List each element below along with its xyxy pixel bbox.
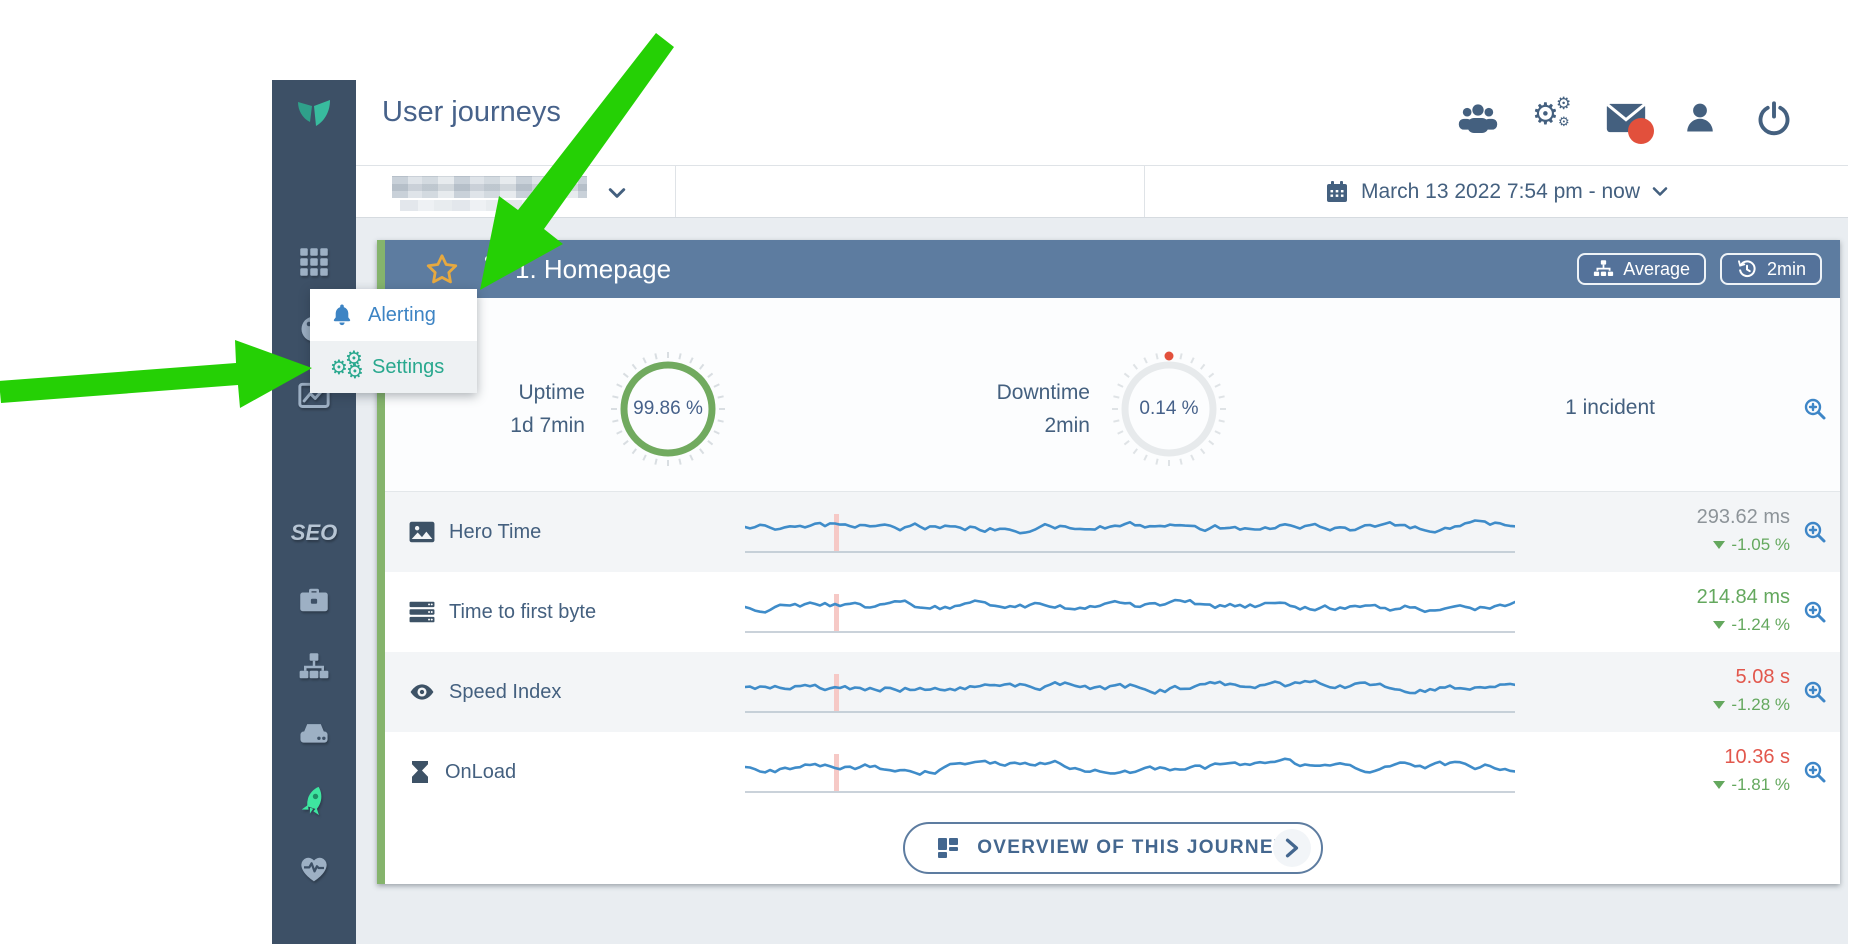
average-toggle-button[interactable]: Average <box>1577 253 1706 285</box>
eye-icon <box>409 681 435 703</box>
annotation-arrow-to-settings <box>0 340 312 408</box>
metric-row-ttfb: Time to first byte 214.84 ms -1.24 % <box>385 572 1840 652</box>
chevron-down-icon <box>1652 186 1668 197</box>
sidebar: SEO <box>272 80 356 944</box>
menu-item-settings[interactable]: ⚙⚙⚙ Settings <box>310 341 477 393</box>
kebab-menu-icon[interactable] <box>477 252 499 286</box>
uptime-value: 99.86 % <box>606 347 730 471</box>
trend-down-icon <box>1713 541 1725 549</box>
account-selector[interactable] <box>356 166 676 217</box>
metric-value: 214.84 ms <box>1697 584 1790 611</box>
bell-icon <box>330 302 354 328</box>
trend-down-icon <box>1713 781 1725 789</box>
sidebar-item-seo[interactable]: SEO <box>272 499 356 566</box>
menu-item-label: Alerting <box>368 304 436 327</box>
seo-label: SEO <box>291 520 337 546</box>
toolbar-spacer <box>676 166 1145 217</box>
dashboard-icon <box>937 837 959 859</box>
journey-panel-header: 1. Homepage Average 2min <box>385 240 1840 298</box>
favorite-star-icon[interactable] <box>425 253 459 285</box>
sidebar-item-toolbox[interactable] <box>272 566 356 633</box>
interval-label: 2min <box>1767 259 1806 280</box>
sidebar-item-health[interactable] <box>272 834 356 901</box>
zoom-in-icon[interactable] <box>1803 397 1827 421</box>
hourglass-icon <box>409 760 431 784</box>
metric-row-speed-index: Speed Index 5.08 s -1.28 % <box>385 652 1840 732</box>
zoom-in-icon[interactable] <box>1803 680 1827 704</box>
journey-panel-homepage: 1. Homepage Average 2min <box>377 240 1840 884</box>
downtime-value: 0.14 % <box>1107 347 1231 471</box>
metric-change: -1.28 % <box>1713 691 1790 718</box>
metric-change: -1.05 % <box>1697 531 1790 558</box>
messages-icon[interactable] <box>1606 98 1646 138</box>
chevron-down-icon <box>608 186 626 204</box>
journey-context-menu: Alerting ⚙⚙⚙ Settings <box>310 289 477 393</box>
panel-footer: OVERVIEW OF THIS JOURNEY <box>385 812 1840 884</box>
menu-item-alerting[interactable]: Alerting <box>310 289 477 341</box>
logout-icon[interactable] <box>1754 98 1794 138</box>
downtime-gauge: 0.14 % <box>1107 347 1231 471</box>
redacted-account-subtext <box>400 200 550 211</box>
chevron-right-icon <box>1273 829 1311 867</box>
uptime-gauge: 99.86 % <box>606 347 730 471</box>
journey-title: 1. Homepage <box>515 254 671 285</box>
page-title: User journeys <box>382 96 561 129</box>
calendar-icon <box>1325 180 1349 204</box>
sitemap-icon <box>1593 259 1614 279</box>
metric-value: 293.62 ms <box>1697 504 1790 531</box>
metric-row-onload: OnLoad 10.36 s -1.81 % <box>385 732 1840 812</box>
redacted-account-name <box>392 176 587 198</box>
image-icon <box>409 521 435 543</box>
date-range-text: March 13 2022 7:54 pm - now <box>1361 180 1640 204</box>
header-toolbar: ⚙⚙⚙ <box>1458 98 1794 138</box>
stats-band: Uptime 1d 7min 99.86 % Downtime 2min 0.1… <box>385 298 1840 492</box>
trend-down-icon <box>1713 701 1725 709</box>
metric-value: 5.08 s <box>1713 664 1790 691</box>
account-icon[interactable] <box>1680 98 1720 138</box>
metric-label: OnLoad <box>445 761 516 784</box>
zoom-in-icon[interactable] <box>1803 600 1827 624</box>
date-range-selector[interactable]: March 13 2022 7:54 pm - now <box>1145 166 1848 217</box>
downtime-label: Downtime 2min <box>910 376 1090 442</box>
overview-journey-label: OVERVIEW OF THIS JOURNEY <box>977 837 1288 859</box>
zoom-in-icon[interactable] <box>1803 760 1827 784</box>
metric-label: Hero Time <box>449 521 541 544</box>
gears-icon[interactable]: ⚙⚙⚙ <box>1532 98 1572 138</box>
trend-down-icon <box>1713 621 1725 629</box>
users-icon[interactable] <box>1458 98 1498 138</box>
sidebar-item-servers[interactable] <box>272 700 356 767</box>
sidebar-item-sitemap[interactable] <box>272 633 356 700</box>
stack-icon <box>409 601 435 623</box>
incident-count: 1 incident <box>1565 396 1655 420</box>
overview-journey-button[interactable]: OVERVIEW OF THIS JOURNEY <box>903 822 1323 874</box>
filter-toolbar: March 13 2022 7:54 pm - now <box>356 165 1848 218</box>
history-clock-icon <box>1736 258 1758 280</box>
zoom-in-icon[interactable] <box>1803 520 1827 544</box>
notification-badge <box>1628 118 1654 144</box>
app-logo[interactable] <box>290 96 338 143</box>
gears-icon: ⚙⚙⚙ <box>330 354 358 380</box>
sidebar-item-dashboards[interactable] <box>272 228 356 295</box>
menu-item-label: Settings <box>372 356 444 379</box>
metric-value: 10.36 s <box>1713 744 1790 771</box>
metric-row-hero-time: Hero Time 293.62 ms -1.05 % <box>385 492 1840 572</box>
sidebar-item-journeys-active[interactable] <box>272 767 356 834</box>
interval-button[interactable]: 2min <box>1720 253 1822 285</box>
metric-change: -1.81 % <box>1713 771 1790 798</box>
metric-label: Speed Index <box>449 681 561 704</box>
metric-label: Time to first byte <box>449 601 596 624</box>
average-label: Average <box>1623 259 1690 280</box>
metric-change: -1.24 % <box>1697 611 1790 638</box>
